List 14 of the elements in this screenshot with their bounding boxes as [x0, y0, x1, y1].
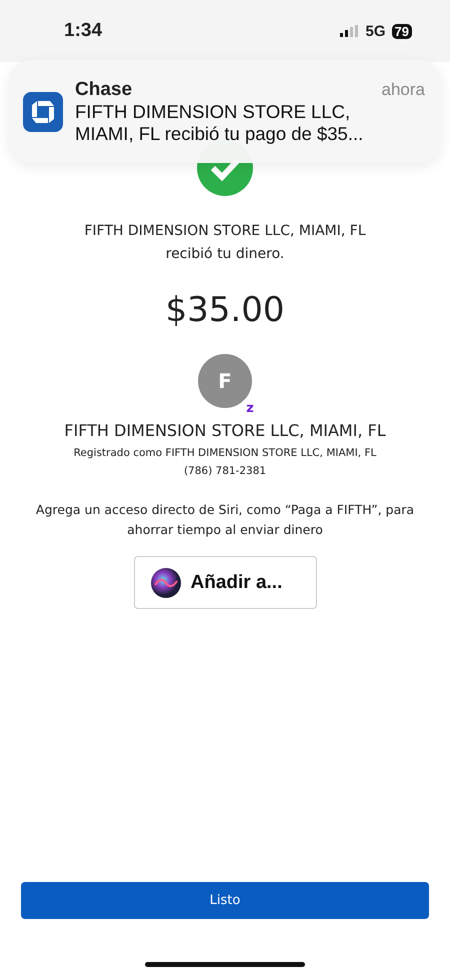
done-button[interactable]: Listo — [21, 882, 429, 919]
recipient-name: FIFTH DIMENSION STORE LLC, MIAMI, FL — [64, 420, 386, 442]
notification-message[interactable]: FIFTH DIMENSION STORE LLC, MIAMI, FL recibió tu pago de $35... — [75, 100, 375, 144]
registered-name: Registrado como FIFTH DIMENSION STORE LLC, MIAMI, FL — [74, 446, 376, 461]
siri-shortcut-text: Agrega un acceso directo de Siri, como “Paga a FIFTH”, para ahorrar tiempo al enviar dinero — [34, 501, 416, 539]
payment-amount: $35.00 — [166, 289, 284, 332]
confirmation-message: FIFTH DIMENSION STORE LLC, MIAMI, FL recibió tu dinero. — [83, 222, 367, 264]
notification-time: ahora — [382, 80, 425, 100]
battery-level: 79 — [392, 24, 412, 38]
clock-time: 1:34 — [64, 20, 104, 42]
add-to-siri-button[interactable]: Añadir a... — [134, 556, 316, 609]
app-name: Chase — [75, 78, 132, 100]
recipient-phone: (786) 781-2381 — [184, 464, 266, 479]
network-label: 5G — [366, 22, 386, 40]
